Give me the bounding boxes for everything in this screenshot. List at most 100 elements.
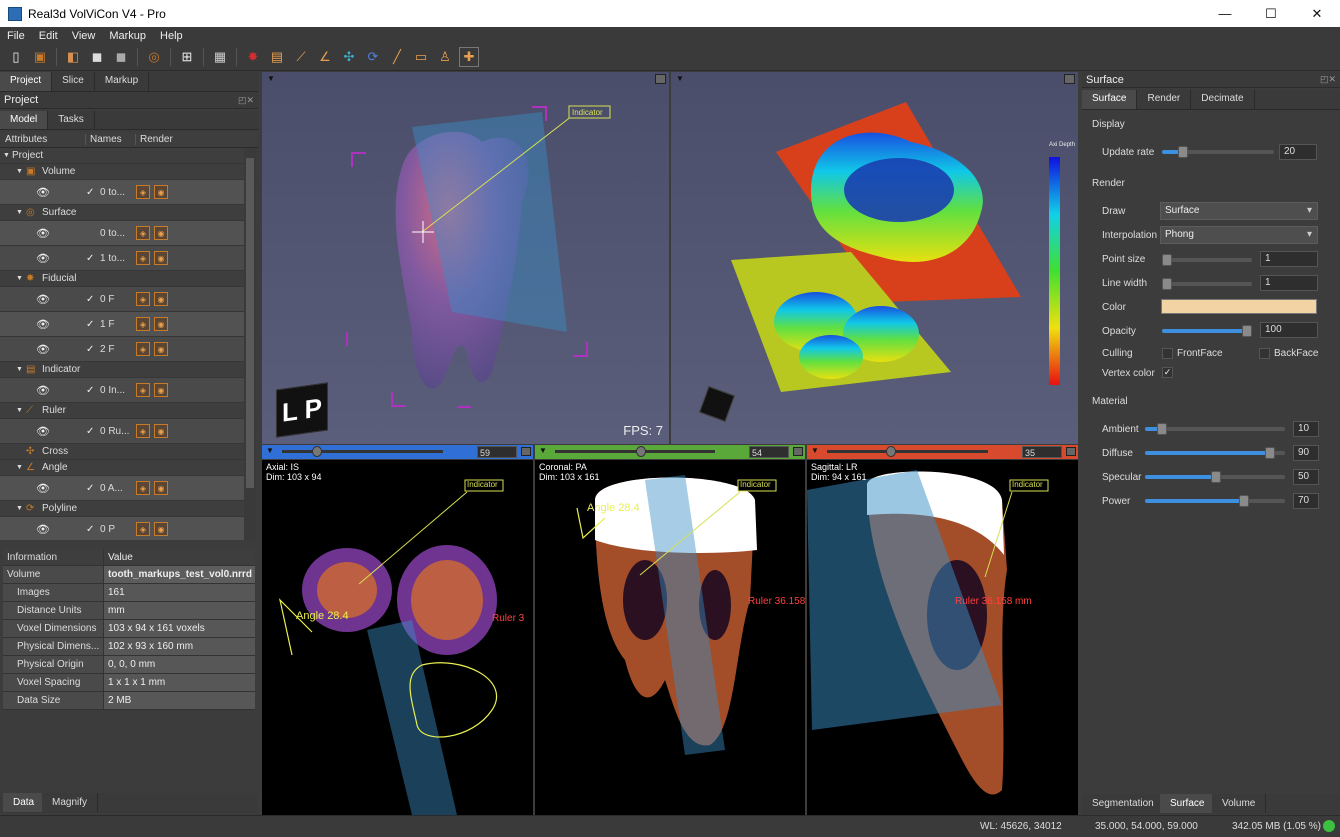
- angle-icon[interactable]: ∠: [315, 47, 335, 67]
- slice-slider-bar[interactable]: ▼ 35: [807, 445, 1078, 459]
- tree-item[interactable]: 👁 ✓ 0 P ◈ ◉: [0, 517, 244, 540]
- slice-index-spinbox[interactable]: 35: [1022, 446, 1062, 458]
- render-color-icon[interactable]: ◉: [154, 251, 168, 265]
- item-checkbox[interactable]: ✓: [86, 385, 100, 396]
- point-size-slider[interactable]: [1162, 254, 1252, 266]
- render-color-icon[interactable]: ◉: [154, 481, 168, 495]
- menu-view[interactable]: View: [65, 30, 103, 42]
- vertex-color-checkbox[interactable]: ✓: [1162, 367, 1173, 378]
- dock-icons[interactable]: ◰✕: [1320, 74, 1336, 85]
- visibility-eye-icon[interactable]: 👁: [0, 318, 86, 331]
- tree-item[interactable]: 👁 ✓ 0 A... ◈ ◉: [0, 476, 244, 501]
- close-button[interactable]: ✕: [1294, 0, 1340, 27]
- tab-data[interactable]: Data: [3, 793, 46, 812]
- visibility-eye-icon[interactable]: 👁: [0, 384, 86, 397]
- tree-item[interactable]: 👁 ✓ 2 F ◈ ◉: [0, 337, 244, 362]
- render-color-icon[interactable]: ◉: [154, 342, 168, 356]
- visibility-eye-icon[interactable]: 👁: [0, 186, 86, 199]
- slice-slider-knob[interactable]: [636, 446, 646, 457]
- color-swatch-button[interactable]: [1161, 299, 1317, 314]
- tab-markup[interactable]: Markup: [95, 72, 150, 91]
- render-color-icon[interactable]: ◉: [154, 424, 168, 438]
- plus-box-icon[interactable]: ✚: [459, 47, 479, 67]
- visibility-eye-icon[interactable]: 👁: [0, 227, 86, 240]
- person-icon[interactable]: ♙: [435, 47, 455, 67]
- tab-surface-bottom[interactable]: Surface: [1160, 794, 1216, 813]
- visibility-eye-icon[interactable]: 👁: [0, 293, 86, 306]
- backface-checkbox[interactable]: [1259, 348, 1270, 359]
- tab-tasks[interactable]: Tasks: [48, 111, 95, 129]
- info-col-value[interactable]: Value: [104, 549, 255, 565]
- new-file-icon[interactable]: ▯: [6, 47, 26, 67]
- maximize-button[interactable]: ☐: [1248, 0, 1294, 27]
- frontface-checkbox[interactable]: [1162, 348, 1173, 359]
- ambient-spinbox[interactable]: 10: [1293, 421, 1319, 437]
- item-checkbox[interactable]: ✓: [86, 426, 100, 437]
- draw-select[interactable]: Surface: [1160, 202, 1318, 220]
- tab-model[interactable]: Model: [0, 111, 49, 129]
- tab-segmentation[interactable]: Segmentation: [1082, 794, 1165, 813]
- render-color-icon[interactable]: ◉: [154, 292, 168, 306]
- slice-slider-knob[interactable]: [886, 446, 896, 457]
- render-option-icon[interactable]: ◈: [136, 424, 150, 438]
- tab-magnify[interactable]: Magnify: [42, 793, 99, 812]
- slice-index-spinbox[interactable]: 59: [477, 446, 517, 458]
- slice-view-sagittal[interactable]: Sagittal: LR Dim: 94 x 161 Indicator Ruler …: [807, 460, 1078, 815]
- render-color-icon[interactable]: ◉: [154, 522, 168, 536]
- tree-item[interactable]: 👁 0 to... ◈ ◉: [0, 221, 244, 246]
- minimize-button[interactable]: —: [1202, 0, 1248, 27]
- line-icon[interactable]: ╱: [387, 47, 407, 67]
- tree-root-project[interactable]: ▼ Project: [0, 148, 244, 164]
- box-icon[interactable]: ▭: [411, 47, 431, 67]
- save-icon[interactable]: ▣: [30, 47, 50, 67]
- render-color-icon[interactable]: ◉: [154, 317, 168, 331]
- viewport-maximize-icon[interactable]: [655, 74, 666, 84]
- tab-surface[interactable]: Surface: [1082, 90, 1138, 109]
- tree-item[interactable]: 👁 ✓ 1 F ◈ ◉: [0, 312, 244, 337]
- tree-scrollbar[interactable]: [244, 148, 256, 540]
- expand-arrow-icon[interactable]: ▼: [0, 366, 26, 373]
- visibility-eye-icon[interactable]: 👁: [0, 425, 86, 438]
- update-rate-slider[interactable]: [1162, 146, 1274, 158]
- expand-arrow-icon[interactable]: ▼: [0, 464, 26, 471]
- viewport-3d-volume[interactable]: Indicator L P FPS: 7 ▼: [262, 72, 669, 444]
- tree-group-polyline[interactable]: ▼ ⟳ Polyline: [0, 501, 244, 517]
- render-option-icon[interactable]: ◈: [136, 383, 150, 397]
- render-option-icon[interactable]: ◈: [136, 251, 150, 265]
- specular-spinbox[interactable]: 50: [1293, 469, 1319, 485]
- item-checkbox[interactable]: ✓: [86, 344, 100, 355]
- tree-item[interactable]: 👁 ✓ 0 F ◈ ◉: [0, 287, 244, 312]
- col-attributes[interactable]: Attributes: [0, 134, 86, 145]
- slice-slider-track[interactable]: [827, 450, 988, 453]
- tree-group-cross[interactable]: ✣ Cross: [0, 444, 244, 460]
- menu-help[interactable]: Help: [153, 30, 190, 42]
- tab-project[interactable]: Project: [0, 72, 53, 91]
- slice-slider-bar[interactable]: ▼ 54: [535, 445, 805, 459]
- info-col-information[interactable]: Information: [3, 549, 104, 565]
- render-color-icon[interactable]: ◉: [154, 185, 168, 199]
- render-option-icon[interactable]: ◈: [136, 342, 150, 356]
- layout-four-icon[interactable]: ⊞: [177, 47, 197, 67]
- slice-slider-track[interactable]: [555, 450, 715, 453]
- slice-slider-track[interactable]: [282, 450, 443, 453]
- slice-menu-arrow[interactable]: ▼: [266, 446, 274, 455]
- tree-group-indicator[interactable]: ▼ ▤ Indicator: [0, 362, 244, 378]
- visibility-eye-icon[interactable]: 👁: [0, 482, 86, 495]
- tree-group-ruler[interactable]: ▼ ⟋ Ruler: [0, 403, 244, 419]
- fiducial-icon[interactable]: ✸: [243, 47, 263, 67]
- tab-slice[interactable]: Slice: [52, 72, 95, 91]
- ambient-slider[interactable]: [1145, 423, 1285, 435]
- grid-icon[interactable]: ▦: [210, 47, 230, 67]
- slice-menu-arrow[interactable]: ▼: [811, 446, 819, 455]
- tree-item[interactable]: 👁 ✓ 0 In... ◈ ◉: [0, 378, 244, 403]
- point-size-spinbox[interactable]: 1: [1260, 251, 1318, 267]
- viewport-3d-surface[interactable]: Axi Depth ▼: [671, 72, 1078, 444]
- item-checkbox[interactable]: ✓: [86, 253, 100, 264]
- cube-icon[interactable]: ◼: [87, 47, 107, 67]
- tree-item[interactable]: 👁 ✓ 0 to... ◈ ◉: [0, 180, 244, 205]
- viewport-maximize-icon[interactable]: [1064, 74, 1075, 84]
- viewport-menu-arrow[interactable]: ▼: [676, 74, 684, 83]
- slice-maximize-icon[interactable]: [521, 447, 531, 456]
- render-option-icon[interactable]: ◈: [136, 481, 150, 495]
- note-icon[interactable]: ▤: [267, 47, 287, 67]
